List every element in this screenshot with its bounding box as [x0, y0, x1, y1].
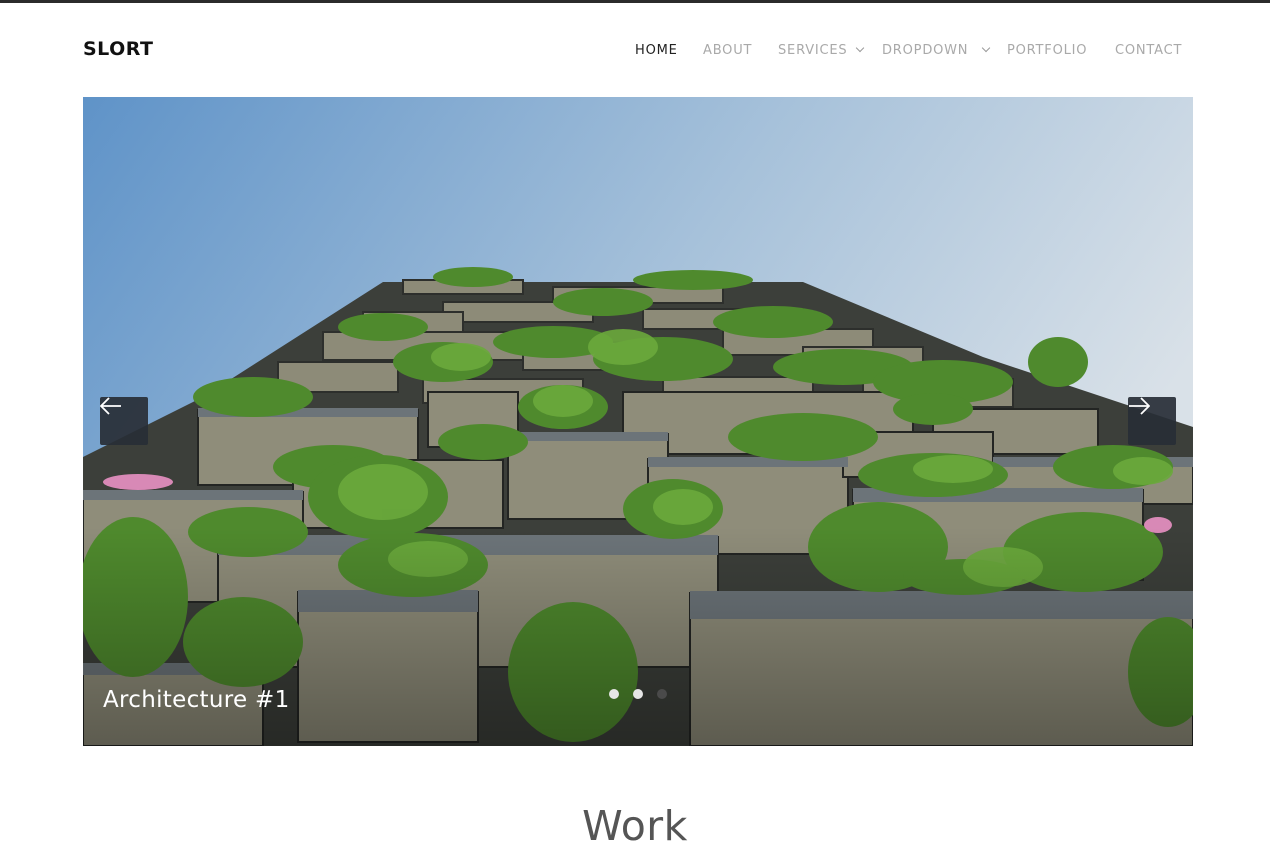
arrow-left-icon: [100, 397, 121, 415]
top-border: [0, 0, 1270, 3]
nav-home[interactable]: HOME: [635, 43, 678, 58]
slider-dot-1[interactable]: [609, 689, 619, 699]
nav-contact[interactable]: CONTACT: [1115, 43, 1182, 58]
slider-prev-button[interactable]: [100, 397, 148, 445]
slide-image-building: [83, 97, 1193, 746]
nav-dropdown[interactable]: DROPDOWN: [882, 43, 968, 58]
section-title-work: Work: [582, 802, 688, 850]
slider-dot-3[interactable]: [657, 689, 667, 699]
slide-caption: Architecture #1: [103, 687, 290, 713]
nav-services[interactable]: SERVICES: [778, 43, 847, 58]
slider-dot-2[interactable]: [633, 689, 643, 699]
arrow-right-icon: [1129, 397, 1150, 415]
hero-slider[interactable]: Architecture #1: [83, 97, 1193, 746]
chevron-down-icon[interactable]: [981, 43, 991, 53]
nav-portfolio[interactable]: PORTFOLIO: [1007, 43, 1087, 58]
chevron-down-icon[interactable]: [855, 43, 865, 53]
slider-next-button[interactable]: [1128, 397, 1176, 445]
nav-about[interactable]: ABOUT: [703, 43, 752, 58]
main-nav: HOME ABOUT SERVICES DROPDOWN PORTFOLIO C…: [0, 43, 1270, 63]
